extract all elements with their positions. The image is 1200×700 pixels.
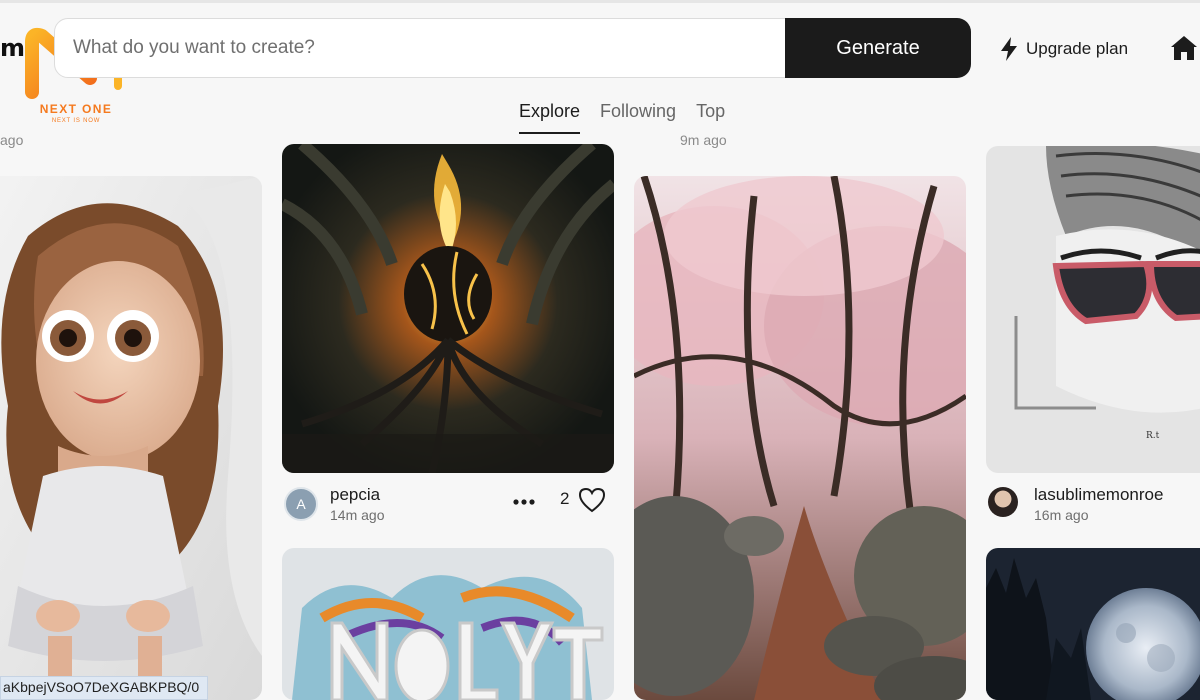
top-border [0,0,1200,3]
upgrade-plan-label: Upgrade plan [1026,39,1129,58]
watermark-name: NEXT ONE [39,102,113,116]
image-card-glowing-egg-roots[interactable] [282,144,614,473]
card-meta-lasublimemonroe: lasublimemonroe 16m ago [988,485,1200,527]
image-card-moon-forest[interactable] [986,548,1200,700]
home-icon[interactable] [1170,35,1198,61]
feed-tabs: Explore Following Top [519,101,725,134]
image-card-3d-text[interactable] [282,548,614,700]
heart-icon[interactable] [578,487,606,513]
cartoon-girl-image [0,176,262,700]
artist-signature: R.t [1146,431,1160,441]
image-card-cherry-blossom-forest[interactable] [634,176,966,700]
cherry-blossom-forest-image [634,176,966,700]
generate-button[interactable]: Generate [785,18,971,78]
moon-forest-image [986,548,1200,700]
post-time: 16m ago [1034,507,1089,523]
3d-text-art-image [282,548,614,700]
partial-time-left: ago [0,132,24,148]
prompt-input[interactable] [73,19,763,77]
watermark-tagline: NEXT IS NOW [51,118,101,124]
more-options-icon[interactable] [512,497,536,507]
sunglasses-portrait-image: R.t [986,146,1200,473]
status-bar-url: aKbpejVSoO7DeXGABKPBQ/0 [0,676,209,700]
prompt-search-bar: Generate [54,18,971,78]
like-count: 2 [560,489,570,508]
tab-explore[interactable]: Explore [519,101,581,134]
post-time: 14m ago [330,507,385,523]
upgrade-plan-button[interactable]: Upgrade plan [1000,35,1128,63]
glowing-egg-roots-image [282,144,614,473]
user-avatar[interactable]: A [284,487,318,521]
tab-following[interactable]: Following [600,101,676,134]
image-card-sunglasses-portrait[interactable]: R.t [986,146,1200,473]
username[interactable]: pepcia [330,485,380,505]
card-meta-pepcia: A pepcia 14m ago 2 [284,485,614,527]
lightning-icon [1001,37,1017,61]
image-card-cartoon-girl[interactable] [0,176,262,700]
user-avatar[interactable] [988,487,1018,517]
username[interactable]: lasublimemonroe [1034,485,1163,505]
tab-top[interactable]: Top [696,101,725,134]
partial-time-center: 9m ago [680,132,727,148]
